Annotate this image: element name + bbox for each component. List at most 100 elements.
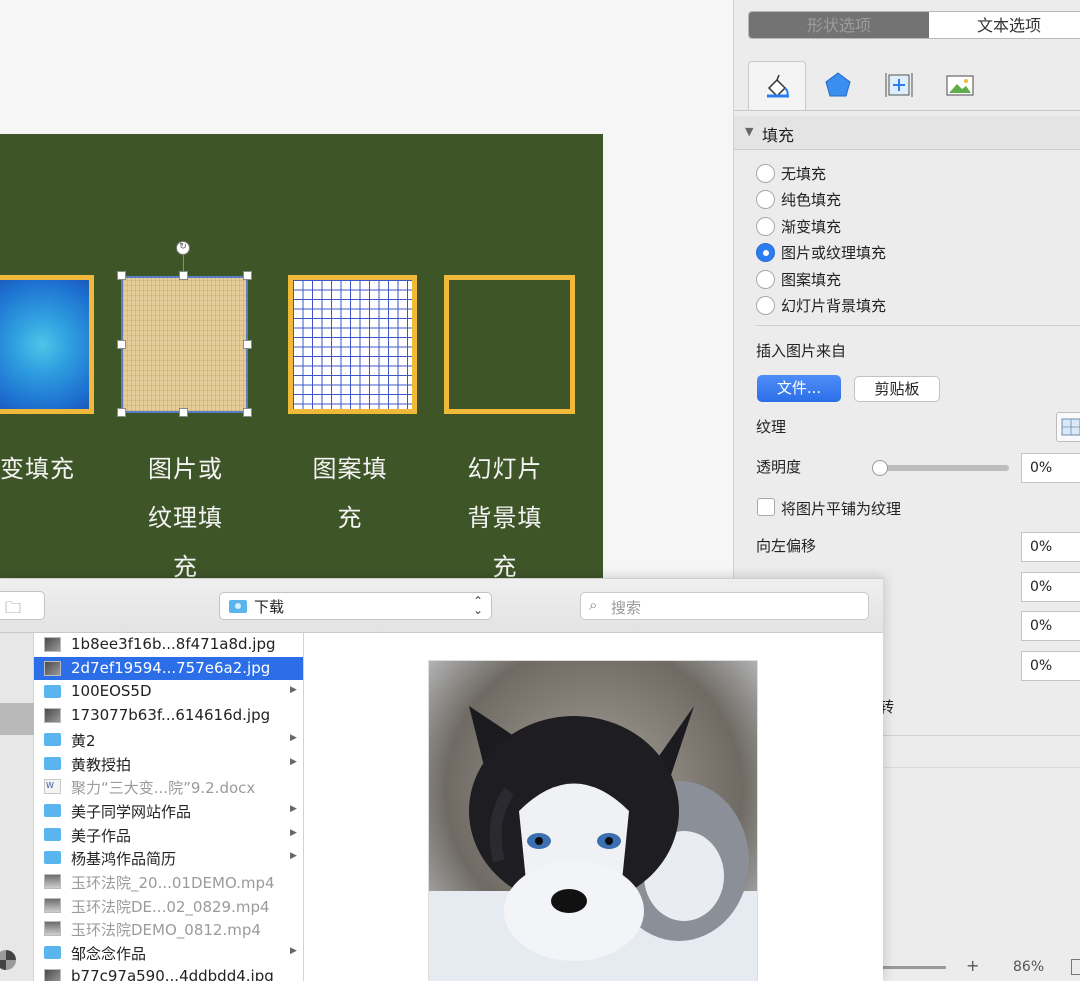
sidebar-selected-item[interactable] xyxy=(0,703,34,735)
file-name: 黄2 xyxy=(71,731,96,750)
caption-line: 图案填 xyxy=(312,455,388,483)
resize-handle-right[interactable] xyxy=(243,340,252,349)
radio-button[interactable] xyxy=(756,295,775,315)
resize-handle-bottom-right[interactable] xyxy=(243,408,252,417)
rotate-handle-icon[interactable]: ↻ xyxy=(176,241,190,255)
resize-handle-top-right[interactable] xyxy=(243,271,252,280)
radio-picture-texture-fill[interactable]: 图片或纹理填充 xyxy=(756,240,886,264)
radio-solid-fill[interactable]: 纯色填充 xyxy=(756,187,841,211)
file-row[interactable]: 黄教授拍 ▶ xyxy=(34,752,303,775)
size-properties-tab[interactable] xyxy=(870,61,928,109)
file-row[interactable]: 173077b63f...614616d.jpg xyxy=(34,704,303,727)
radio-label: 纯色填充 xyxy=(781,190,842,209)
preview-photo-illustration xyxy=(429,661,757,981)
file-row[interactable]: 黄2 ▶ xyxy=(34,728,303,751)
file-name: b77c97a590...4ddbdd4.jpg xyxy=(71,966,274,981)
disk-icon[interactable] xyxy=(0,950,16,970)
texture-picker-button[interactable] xyxy=(1056,412,1080,442)
disclosure-arrow-icon: ▶ xyxy=(290,946,297,957)
file-row[interactable]: 1b8ee3f16b...8f471a8d.jpg xyxy=(34,633,303,656)
section-divider xyxy=(756,325,1080,326)
file-name: 1b8ee3f16b...8f471a8d.jpg xyxy=(71,635,276,653)
caption-line: 图片或 xyxy=(148,455,223,483)
fill-section-header[interactable]: ▼ 填充 xyxy=(734,116,1080,150)
fill-line-tab[interactable] xyxy=(748,61,806,111)
radio-button[interactable] xyxy=(756,163,775,183)
offset-left-field[interactable]: 0% xyxy=(1021,532,1080,562)
zoom-slider[interactable] xyxy=(880,966,946,969)
options-segmented-control: 形状选项 文本选项 xyxy=(748,11,1080,39)
image-file-icon xyxy=(44,968,61,981)
file-row[interactable]: 玉环法院DEMO_0812.mp4 xyxy=(34,917,303,940)
tile-picture-checkbox[interactable] xyxy=(757,498,775,516)
pentagon-icon xyxy=(825,72,851,97)
disclosure-arrow-icon: ▶ xyxy=(290,803,297,814)
disclosure-arrow-icon: ▶ xyxy=(290,756,297,767)
file-row[interactable]: 美子作品 ▶ xyxy=(34,823,303,846)
image-file-icon xyxy=(44,708,61,724)
file-button[interactable]: 文件... xyxy=(757,375,841,402)
file-row[interactable]: 100EOS5D ▶ xyxy=(34,680,303,703)
offset-right-field[interactable]: 0% xyxy=(1021,572,1080,602)
resize-handle-left[interactable] xyxy=(117,340,126,349)
new-folder-button[interactable]: 🗀 xyxy=(0,591,45,620)
radio-no-fill[interactable]: 无填充 xyxy=(756,161,826,185)
transparency-field[interactable]: 0% xyxy=(1021,453,1080,483)
file-row[interactable]: 聚力“三大变...院”9.2.docx xyxy=(34,775,303,798)
resize-handle-bottom[interactable] xyxy=(179,408,188,417)
search-input[interactable]: ⌕ 搜索 xyxy=(580,592,869,620)
disclosure-arrow-icon: ▶ xyxy=(290,732,297,743)
file-row[interactable]: 杨基鸿作品简历 ▶ xyxy=(34,846,303,869)
tab-text-options[interactable]: 文本选项 xyxy=(929,12,1080,38)
radio-button[interactable] xyxy=(756,269,775,289)
texture-label: 纹理 xyxy=(756,418,787,436)
radio-button[interactable] xyxy=(756,189,775,209)
doc-file-icon xyxy=(44,779,61,795)
dialog-toolbar: 🗀 下载 ⌃ ⌄ ⌕ 搜索 xyxy=(0,579,883,633)
texture-fill-caption: 图片或 纹理填 充 xyxy=(128,445,243,592)
file-name: 玉环法院_20...01DEMO.mp4 xyxy=(71,874,275,892)
picture-tab[interactable] xyxy=(931,61,989,109)
caption-line: 幻灯片 xyxy=(467,455,543,483)
zoom-in-button[interactable]: + xyxy=(966,956,979,975)
radio-pattern-fill[interactable]: 图案填充 xyxy=(756,267,841,291)
new-folder-icon: 🗀 xyxy=(5,598,22,617)
resize-handle-top-left[interactable] xyxy=(117,271,126,280)
effects-tab[interactable] xyxy=(809,61,867,109)
fit-to-window-icon[interactable] xyxy=(1071,959,1080,975)
radio-label: 幻灯片背景填充 xyxy=(781,296,887,315)
offset-left-label: 向左偏移 xyxy=(756,537,817,555)
zoom-controls: + 86% xyxy=(880,951,1080,981)
disclosure-triangle-icon[interactable]: ▼ xyxy=(745,125,753,138)
file-row[interactable]: 玉环法院DE...02_0829.mp4 xyxy=(34,894,303,917)
dialog-sidebar xyxy=(0,633,34,981)
location-popup[interactable]: 下载 ⌃ ⌄ xyxy=(219,592,492,620)
file-row[interactable]: 玉环法院_20...01DEMO.mp4 xyxy=(34,870,303,893)
tab-divider xyxy=(734,110,1080,111)
radio-button[interactable] xyxy=(756,216,775,236)
file-row[interactable]: b77c97a590...4ddbdd4.jpg xyxy=(34,965,303,981)
transparency-slider-track[interactable] xyxy=(874,465,1009,471)
pattern-fill-caption: 图案填 充 xyxy=(300,445,400,543)
gradient-fill-shape[interactable] xyxy=(0,275,94,414)
resize-handle-top[interactable] xyxy=(179,271,188,280)
slide-background-fill-shape[interactable] xyxy=(444,275,575,414)
file-list: 1b8ee3f16b...8f471a8d.jpg 2d7ef19594...75… xyxy=(34,633,304,981)
resize-handle-bottom-left[interactable] xyxy=(117,408,126,417)
radio-button-selected[interactable] xyxy=(756,242,775,262)
file-row[interactable]: 邹念念作品 ▶ xyxy=(34,941,303,964)
tab-shape-options[interactable]: 形状选项 xyxy=(749,12,929,38)
folder-file-icon xyxy=(44,685,61,699)
texture-fill-shape[interactable] xyxy=(121,276,248,413)
offset-bottom-field[interactable]: 0% xyxy=(1021,651,1080,681)
zoom-level[interactable]: 86% xyxy=(1013,959,1044,975)
file-row[interactable]: 美子同学网站作品 ▶ xyxy=(34,799,303,822)
radio-gradient-fill[interactable]: 渐变填充 xyxy=(756,214,841,238)
offset-top-field[interactable]: 0% xyxy=(1021,611,1080,641)
file-row-selected[interactable]: 2d7ef19594...757e6a2.jpg xyxy=(34,656,303,680)
radio-slide-background-fill[interactable]: 幻灯片背景填充 xyxy=(756,293,886,317)
clipboard-button[interactable]: 剪贴板 xyxy=(854,376,940,402)
transparency-slider-knob[interactable] xyxy=(872,460,888,476)
pattern-fill-shape[interactable] xyxy=(288,275,417,414)
file-name: 邹念念作品 xyxy=(71,945,147,964)
